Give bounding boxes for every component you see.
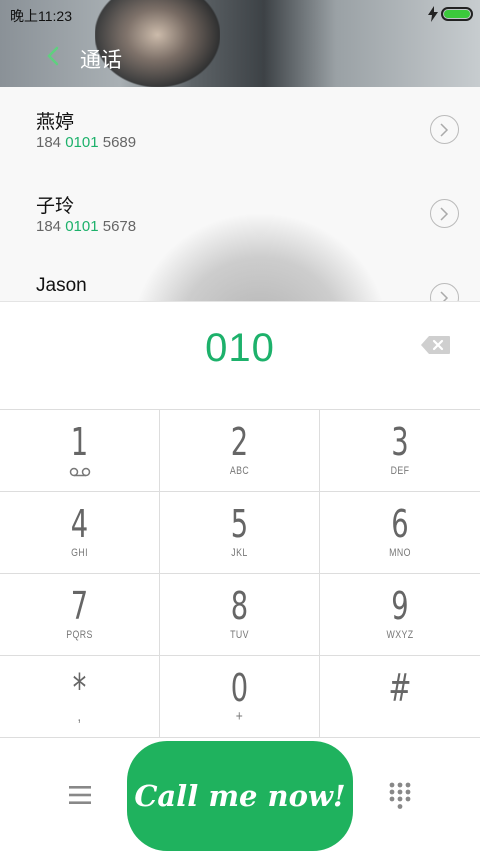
header: 晚上11:23 通话 — [0, 0, 480, 87]
key-5[interactable]: 5 JKL — [160, 492, 320, 574]
key-digit: 4 — [70, 502, 89, 546]
key-digit: 3 — [391, 420, 409, 464]
key-7[interactable]: 7 PQRS — [0, 574, 160, 656]
list-item[interactable]: Jason — [0, 255, 480, 301]
chevron-right-icon — [440, 207, 449, 221]
key-8[interactable]: 8 TUV — [160, 574, 320, 656]
page-title: 通话 — [80, 49, 122, 72]
keypad: 1 2 ABC 3 DEF 4 GHI 5 JKL 6 MNO 7 PQRS 8… — [0, 409, 480, 738]
key-0[interactable]: 0 + — [160, 656, 320, 738]
key-4[interactable]: 4 GHI — [0, 492, 160, 574]
key-letters: WXYZ — [386, 629, 414, 641]
contact-name: 子玲 — [36, 196, 75, 217]
contact-number: 184 0101 5678 — [36, 218, 137, 235]
back-arrow-icon[interactable] — [44, 44, 64, 68]
contact-name: 燕婷 — [36, 112, 75, 133]
key-digit: 8 — [230, 584, 249, 628]
number-display: 010 — [0, 301, 480, 409]
key-letters: JKL — [231, 547, 248, 559]
key-letters: GHI — [71, 547, 88, 559]
key-letters: ABC — [229, 465, 250, 477]
status-time: 晚上11:23 — [10, 8, 72, 24]
key-digit: 6 — [391, 502, 409, 546]
key-digit: * — [72, 666, 87, 710]
list-item[interactable]: 燕婷 184 0101 5689 — [0, 87, 480, 171]
key-digit: 2 — [230, 420, 249, 464]
key-6[interactable]: 6 MNO — [320, 492, 480, 574]
key-letters: DEF — [390, 465, 410, 477]
key-letters: + — [235, 708, 244, 725]
key-3[interactable]: 3 DEF — [320, 410, 480, 492]
key-1[interactable]: 1 — [0, 410, 160, 492]
bottom-bar: Call me now! — [0, 738, 480, 853]
key-digit: 7 — [70, 584, 89, 628]
key-digit: 9 — [391, 584, 409, 628]
key-digit: 0 — [230, 666, 249, 710]
chevron-right-icon — [440, 291, 449, 301]
key-letters: PQRS — [66, 629, 93, 641]
contact-suggestion-list: 燕婷 184 0101 5689 子玲 184 0101 5678 Jason — [0, 87, 480, 301]
key-2[interactable]: 2 ABC — [160, 410, 320, 492]
contact-detail-button[interactable] — [430, 115, 459, 144]
charging-bolt-icon — [428, 6, 438, 22]
backspace-icon[interactable] — [420, 335, 451, 355]
chevron-right-icon — [440, 123, 449, 137]
status-bar: 晚上11:23 — [0, 0, 480, 28]
contact-number: 184 0101 5689 — [36, 134, 137, 151]
key-letters: MNO — [389, 547, 411, 559]
key-letters: , — [77, 708, 82, 725]
dialed-number[interactable]: 010 — [0, 326, 480, 371]
key-digit: 1 — [70, 420, 89, 464]
menu-icon[interactable] — [69, 785, 91, 805]
key-digit: 5 — [230, 502, 249, 546]
battery-fill — [444, 10, 470, 18]
list-item[interactable]: 子玲 184 0101 5678 — [0, 171, 480, 255]
dialpad-icon[interactable] — [389, 782, 411, 810]
key-9[interactable]: 9 WXYZ — [320, 574, 480, 656]
call-button[interactable]: Call me now! — [127, 741, 353, 851]
contact-name: Jason — [36, 275, 87, 296]
key-digit: # — [388, 666, 412, 710]
key-hash[interactable]: # — [320, 656, 480, 738]
contact-detail-button[interactable] — [430, 199, 459, 228]
contact-detail-button[interactable] — [430, 283, 459, 301]
key-star[interactable]: * , — [0, 656, 160, 738]
key-letters: TUV — [230, 629, 249, 641]
battery-icon — [441, 7, 473, 21]
voicemail-icon — [69, 467, 91, 477]
